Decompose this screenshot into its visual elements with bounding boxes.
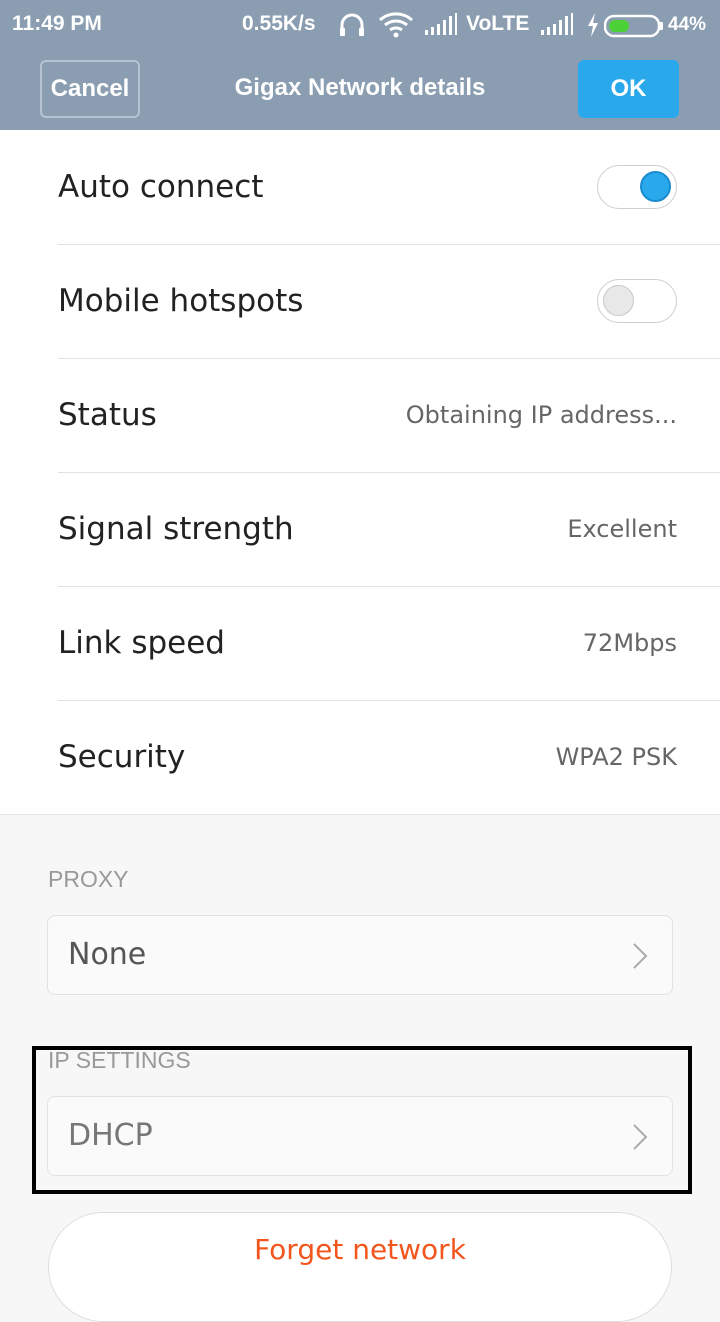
- ok-button[interactable]: OK: [578, 60, 679, 118]
- signal-strength-value: Excellent: [567, 515, 677, 543]
- status-battery-percent: 44%: [668, 14, 707, 35]
- toggle-knob: [603, 285, 634, 316]
- mobile-hotspots-label: Mobile hotspots: [58, 283, 304, 319]
- security-value: WPA2 PSK: [555, 743, 677, 771]
- proxy-section-header: PROXY: [48, 866, 129, 892]
- status-label: Status: [58, 397, 157, 433]
- forget-network-button[interactable]: Forget network: [48, 1212, 672, 1322]
- battery-icon: [603, 14, 664, 42]
- mobile-hotspots-row[interactable]: Mobile hotspots: [0, 244, 720, 358]
- wifi-icon: [378, 12, 414, 42]
- signal-icon: [424, 12, 458, 40]
- signal-strength-label: Signal strength: [58, 511, 294, 547]
- toggle-knob: [640, 171, 671, 202]
- link-speed-label: Link speed: [58, 625, 225, 661]
- proxy-selector[interactable]: None: [47, 915, 673, 995]
- signal-icon: [540, 12, 574, 40]
- signal-strength-row: Signal strength Excellent: [0, 472, 720, 586]
- security-row: Security WPA2 PSK: [0, 700, 720, 814]
- mobile-hotspots-toggle[interactable]: [597, 279, 677, 323]
- highlight-frame: [32, 1046, 692, 1194]
- chevron-right-icon: [632, 942, 648, 974]
- header-bar: Cancel Gigax Network details OK: [0, 52, 720, 130]
- link-speed-value: 72Mbps: [582, 629, 677, 657]
- status-bar: 11:49 PM 0.55K/s VoLTE 44%: [0, 0, 720, 52]
- charging-icon: [586, 12, 600, 42]
- status-value: Obtaining IP address...: [405, 401, 677, 429]
- status-row: Status Obtaining IP address...: [0, 358, 720, 472]
- proxy-value: None: [68, 937, 147, 972]
- headphones-icon: [338, 12, 366, 42]
- auto-connect-toggle[interactable]: [597, 165, 677, 209]
- status-network-speed: 0.55K/s: [242, 12, 316, 35]
- security-label: Security: [58, 739, 186, 775]
- auto-connect-row[interactable]: Auto connect: [0, 130, 720, 244]
- auto-connect-label: Auto connect: [58, 169, 264, 205]
- link-speed-row: Link speed 72Mbps: [0, 586, 720, 700]
- status-volte: VoLTE: [466, 12, 530, 35]
- forget-network-label: Forget network: [254, 1233, 466, 1266]
- network-details-list: Auto connect Mobile hotspots Status Obta…: [0, 130, 720, 815]
- status-time: 11:49 PM: [12, 12, 102, 35]
